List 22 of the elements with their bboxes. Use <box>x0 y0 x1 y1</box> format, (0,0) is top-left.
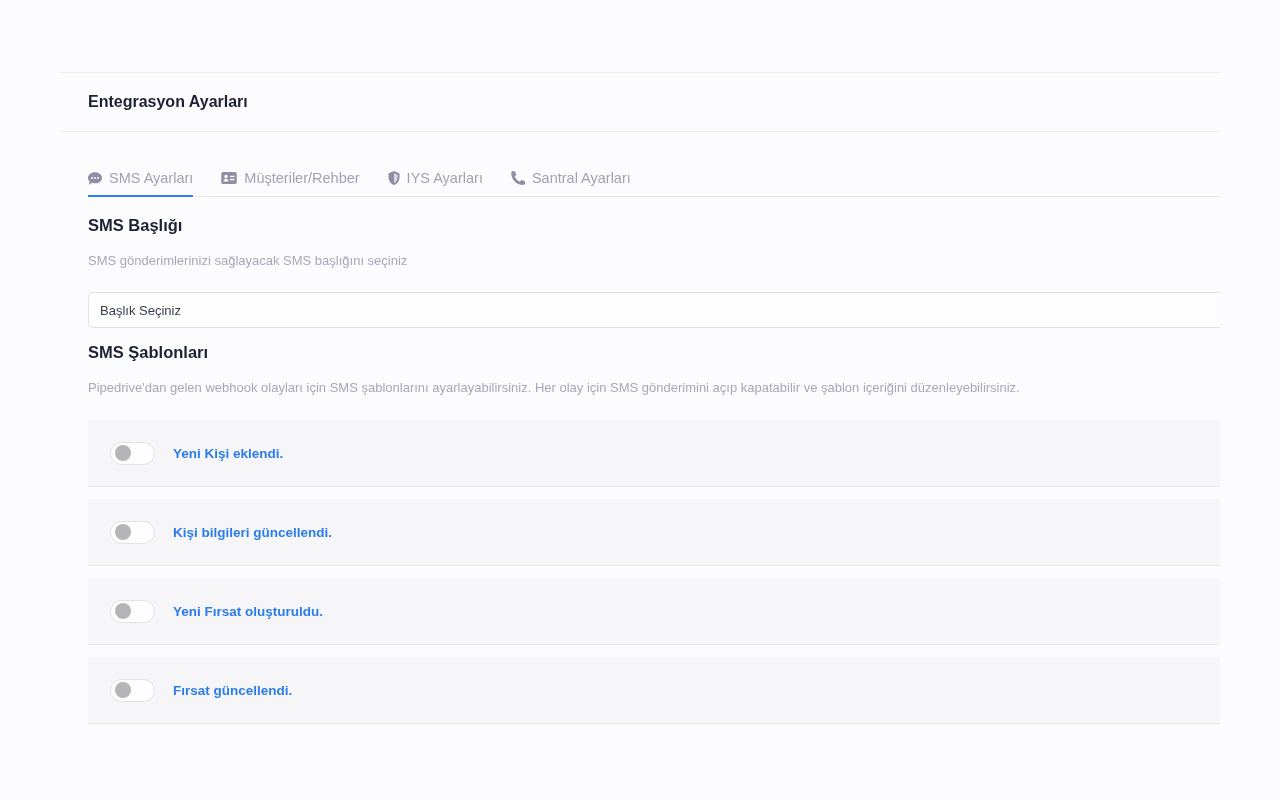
template-label[interactable]: Kişi bilgileri güncellendi. <box>173 524 333 540</box>
template-label[interactable]: Yeni Kişi eklendi. <box>173 445 284 461</box>
template-label[interactable]: Fırsat güncellendi. <box>173 682 293 698</box>
template-label[interactable]: Yeni Fırsat oluşturuldu. <box>173 603 324 619</box>
toggle-switch[interactable] <box>110 599 155 623</box>
toggle-switch[interactable] <box>110 678 155 702</box>
section-description: SMS gönderimlerinizi sağlayacak SMS başlığını seçiniz <box>88 252 409 270</box>
tab[interactable]: SMS Ayarları <box>88 161 194 197</box>
section-description: Pipedrive'dan gelen webhook olayları için SMS şablonlarını ayarlayabilirsiniz. Her olay için SMS gönderimini açıp kapatabilir ve şablon içeriğini düzenleyebilirsiniz. <box>88 379 1021 397</box>
tab[interactable]: IYS Ayarları <box>387 161 483 197</box>
tab[interactable]: Müşteriler/Rehber <box>221 161 360 197</box>
select-field[interactable]: Başlık Seçiniz <box>88 292 1220 328</box>
toggle-switch[interactable] <box>110 520 155 544</box>
id-card-icon <box>221 172 238 184</box>
toggle-switch[interactable] <box>110 441 155 465</box>
tab[interactable]: Santral Ayarları <box>510 161 631 197</box>
chat-bubble-icon <box>88 171 102 185</box>
shield-icon <box>387 171 400 185</box>
section-title: Entegrasyon Ayarları <box>88 93 248 111</box>
phone-icon <box>510 171 525 185</box>
section-heading: SMS Şablonları <box>88 342 210 363</box>
section-heading: SMS Başlığı <box>88 215 184 236</box>
